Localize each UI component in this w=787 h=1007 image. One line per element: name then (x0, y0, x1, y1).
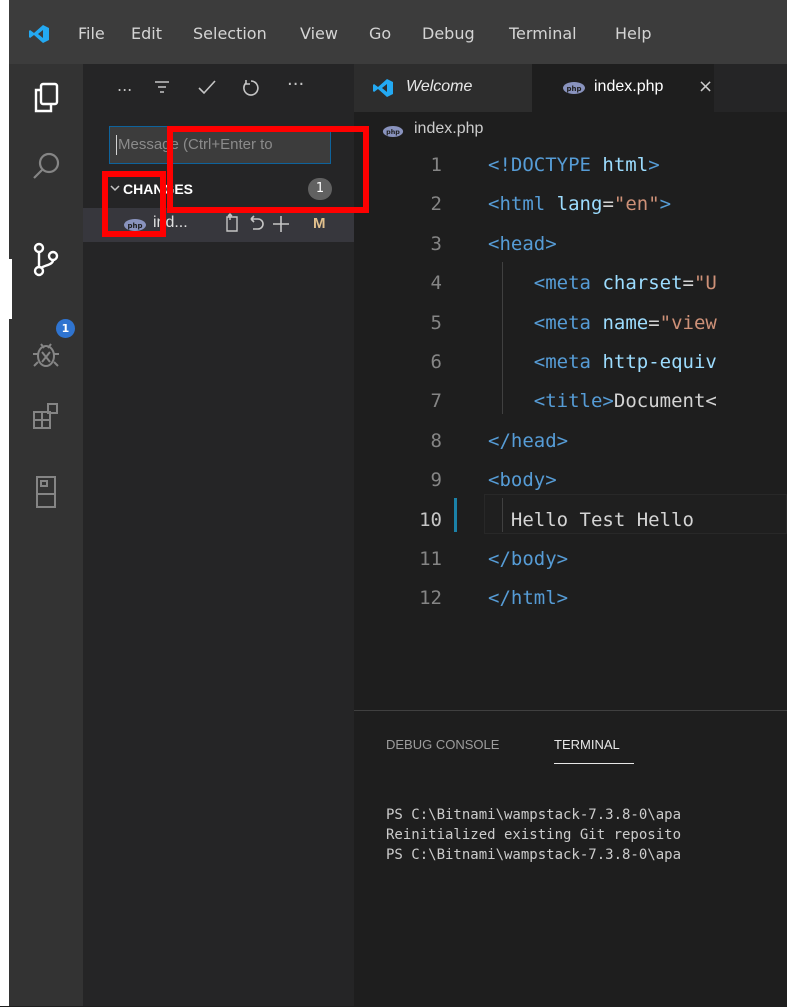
breadcrumb-file[interactable]: index.php (414, 120, 483, 138)
line-number: 6 (430, 351, 442, 373)
extensions-icon[interactable] (9, 386, 83, 446)
source-control-icon[interactable] (9, 229, 83, 289)
open-file-icon[interactable] (223, 212, 241, 239)
line-number: 4 (430, 272, 442, 295)
search-icon[interactable] (9, 136, 83, 196)
line-number: 3 (430, 232, 442, 255)
stage-changes-icon[interactable] (271, 212, 291, 239)
annotation-box-commit-message (167, 126, 369, 213)
code-line: <html lang="en"> (488, 193, 672, 216)
code-editor[interactable]: 1 <!DOCTYPE html> 2 <html lang="en"> 3 <head>… (354, 150, 787, 710)
code-line: </html> (488, 587, 569, 610)
close-icon[interactable]: × (698, 76, 713, 97)
code-line: <meta name="view (533, 311, 717, 334)
window-edge (0, 0, 9, 1006)
filter-icon[interactable] (153, 78, 171, 101)
file-status-modified: M (313, 215, 326, 232)
line-number: 7 (430, 390, 442, 413)
refresh-icon[interactable] (241, 78, 261, 103)
breadcrumb[interactable]: php index.php (354, 112, 787, 146)
modified-line-gutter-marker (454, 498, 457, 532)
line-number: 9 (430, 469, 442, 492)
svg-text:php: php (386, 128, 400, 136)
menu-go[interactable]: Go (369, 24, 391, 43)
tab-welcome-label: Welcome (406, 78, 473, 95)
svg-text:php: php (566, 85, 581, 93)
menu-file[interactable]: File (78, 24, 105, 43)
line-number: 10 (419, 508, 442, 531)
line-number: 8 (430, 429, 442, 452)
explorer-icon[interactable] (9, 68, 83, 128)
debug-icon[interactable] (9, 324, 83, 384)
tab-index-label: index.php (594, 78, 664, 95)
code-line: Hello Test Hello (488, 508, 694, 531)
editor-tab-bar: Welcome php index.php × (354, 64, 787, 112)
php-file-icon: php (562, 80, 586, 99)
tab-terminal[interactable]: TERMINAL (554, 737, 620, 752)
menu-edit[interactable]: Edit (131, 24, 162, 43)
menu-view[interactable]: View (300, 24, 338, 43)
tab-index-php[interactable]: php index.php × (532, 64, 714, 112)
vscode-tab-icon (371, 78, 395, 102)
terminal-line: PS C:\Bitnami\wampstack-7.3.8-0\apa (386, 847, 682, 863)
tab-welcome[interactable]: Welcome (354, 64, 532, 112)
menu-terminal[interactable]: Terminal (509, 24, 577, 43)
line-number: 5 (430, 311, 442, 334)
code-line: <body> (488, 469, 557, 492)
code-line: </body> (488, 548, 569, 570)
menu-selection[interactable]: Selection (193, 24, 267, 43)
menu-help[interactable]: Help (615, 24, 651, 43)
activity-bar: 1 (9, 64, 83, 1006)
discard-changes-icon[interactable] (247, 212, 265, 239)
code-line: <!DOCTYPE html> (488, 154, 660, 176)
terminal-line: Reinitialized existing Git reposito (386, 827, 682, 843)
vscode-logo-icon (28, 24, 50, 48)
annotation-box-changes-chevron (102, 171, 166, 237)
php-file-icon: php (382, 123, 404, 142)
line-number: 12 (419, 587, 442, 610)
tab-debug-console[interactable]: DEBUG CONSOLE (386, 737, 499, 752)
code-line: <meta http-equiv (533, 351, 717, 373)
views-ellipsis[interactable]: ... (117, 76, 132, 95)
menu-bar: File Edit Selection View Go Debug Termin… (9, 0, 787, 64)
menu-debug[interactable]: Debug (422, 24, 475, 43)
code-line: </head> (488, 429, 569, 452)
code-line: <title>Document< (533, 390, 717, 413)
bottom-panel: DEBUG CONSOLE TERMINAL PS C:\Bitnami\wam… (354, 710, 787, 1007)
line-number: 1 (430, 154, 442, 176)
more-actions[interactable]: ··· (287, 74, 304, 95)
commit-check-icon[interactable] (197, 78, 217, 101)
terminal-line: PS C:\Bitnami\wampstack-7.3.8-0\apa (386, 807, 682, 823)
remote-explorer-icon[interactable] (9, 462, 83, 522)
line-number: 2 (430, 193, 442, 216)
line-number: 11 (419, 548, 442, 570)
code-line: <meta charset="U (533, 272, 717, 295)
active-panel-tab-underline (554, 763, 634, 764)
code-line: <head> (488, 232, 557, 255)
